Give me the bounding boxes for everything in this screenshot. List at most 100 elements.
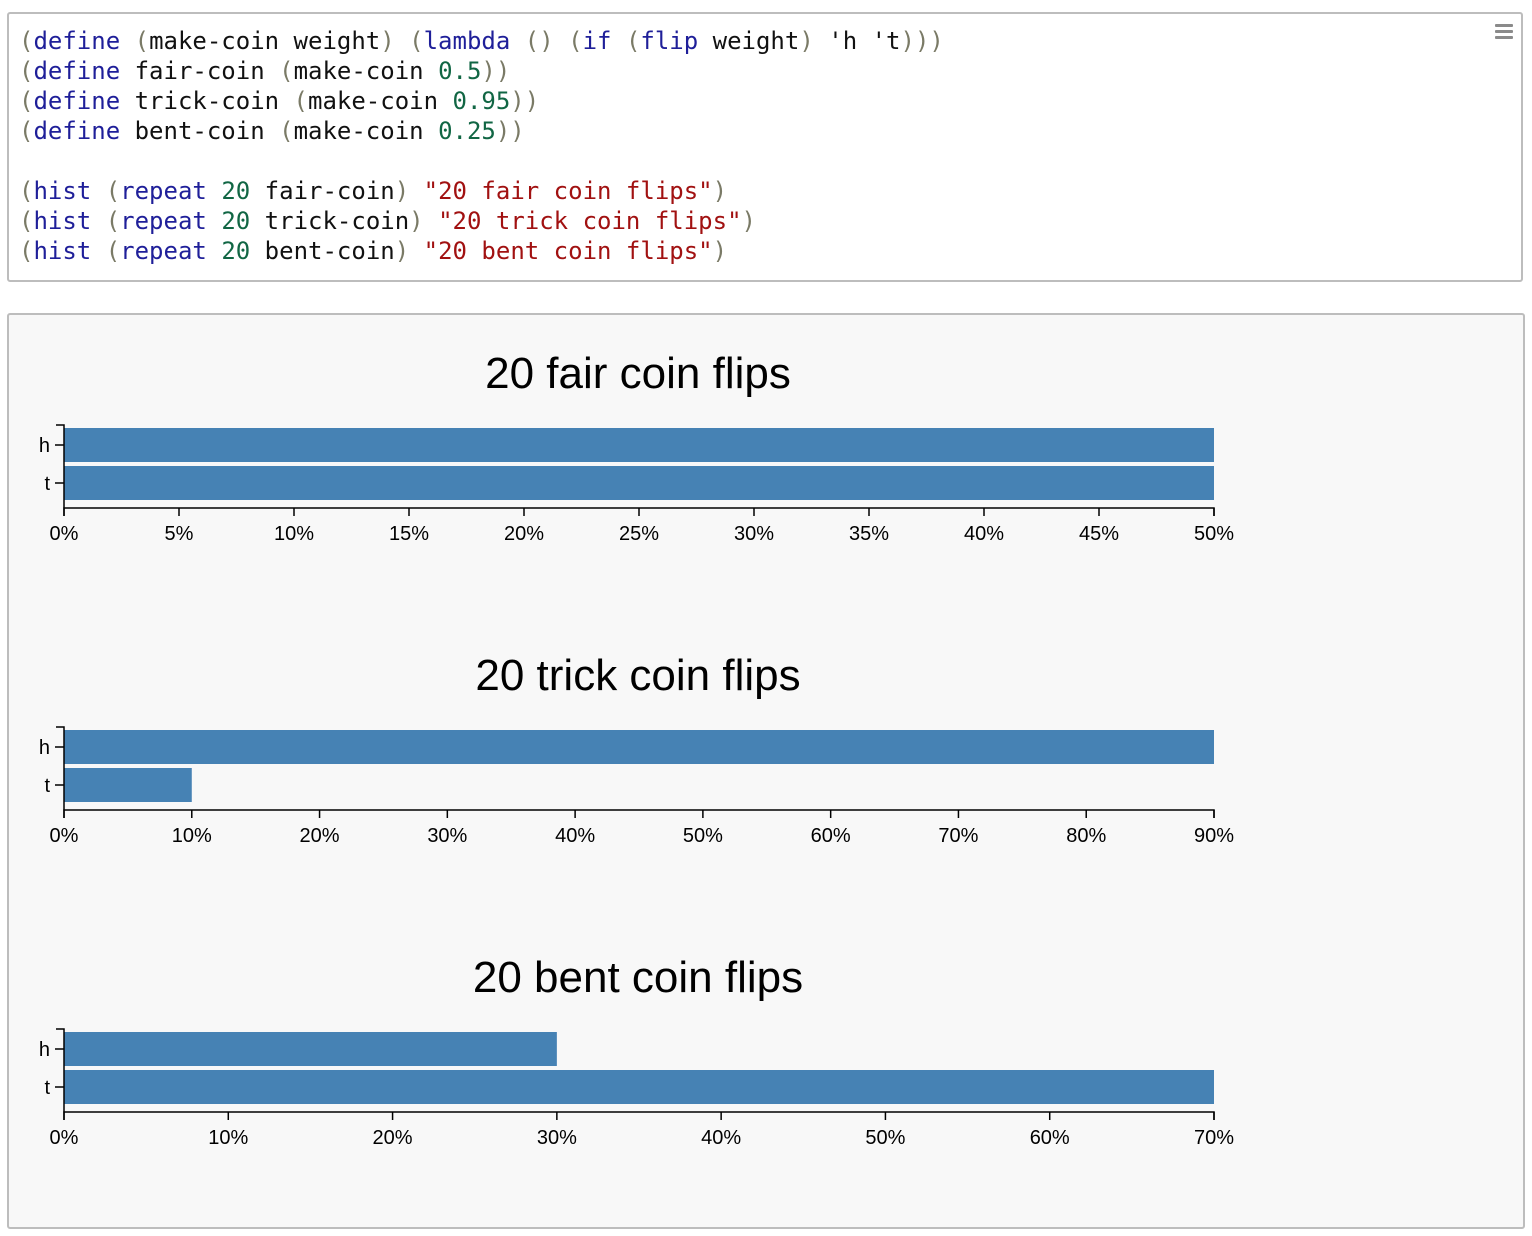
code-token: (	[19, 237, 34, 265]
code-line: (define bent-coin (make-coin 0.25))	[19, 116, 944, 146]
code-line: (hist (repeat 20 bent-coin) "20 bent coi…	[19, 236, 944, 266]
code-token: (	[19, 177, 34, 205]
x-tick-label: 30%	[427, 825, 467, 847]
code-token: 20	[221, 207, 251, 235]
output-panel: 20 fair coin flips h t 0% 5% 10% 15% 20% 25% 30% 3…	[7, 313, 1525, 1229]
x-tick-label: 40%	[701, 1127, 741, 1149]
code-token: if	[582, 27, 612, 55]
code-token: (	[134, 27, 150, 55]
code-token: repeat	[120, 207, 207, 235]
code-token: (	[568, 27, 583, 55]
code-token: (	[19, 27, 34, 55]
code-token: hist	[33, 177, 92, 205]
code-token: make-coin	[308, 87, 453, 115]
chart-title: 20 fair coin flips	[485, 349, 791, 398]
x-tick-label: 20%	[373, 1127, 413, 1149]
code-token: fair-coin	[120, 57, 280, 85]
code-token: bent-coin	[250, 237, 395, 265]
bar	[64, 1032, 557, 1066]
bar	[64, 428, 1214, 462]
chart-title: 20 bent coin flips	[473, 953, 803, 1002]
y-axis	[56, 424, 65, 508]
code-token: )	[380, 27, 395, 55]
code-area[interactable]: (define (make-coin weight) (lambda () (i…	[19, 26, 944, 266]
code-token: )	[799, 27, 814, 55]
x-tick-label: 20%	[300, 825, 340, 847]
hamburger-menu-icon[interactable]	[1495, 24, 1515, 40]
y-axis	[56, 726, 65, 810]
histogram-charts: 20 fair coin flipsht0% 5% 10% 15% 20% 25% 30% 3…	[39, 349, 1234, 1149]
histogram-chart: 20 trick coin flips ht 0% 10% 20% 30% 40% 50% 60…	[39, 651, 1234, 847]
x-tick-label: 45%	[1079, 523, 1119, 545]
code-token: hist	[33, 237, 92, 265]
code-token: )	[712, 237, 728, 265]
code-token: (	[279, 117, 294, 145]
x-tick-label: 25%	[619, 523, 659, 545]
code-token: trick-coin	[120, 87, 294, 115]
code-token: (	[19, 117, 34, 145]
code-token: 0.25	[438, 117, 496, 145]
chart-title: 20 trick coin flips	[475, 651, 800, 700]
code-line: (define (make-coin weight) (lambda () (i…	[19, 26, 944, 56]
code-token: (	[625, 27, 641, 55]
code-token: )	[409, 207, 424, 235]
code-line: (hist (repeat 20 trick-coin) "20 trick c…	[19, 206, 944, 236]
code-token: "20 trick coin flips"	[438, 207, 742, 235]
x-tick-label: 35%	[849, 523, 889, 545]
code-token: fair-coin	[250, 177, 395, 205]
code-token: )))	[900, 27, 944, 55]
x-tick-label: 0%	[50, 523, 79, 545]
code-token: trick-coin	[250, 207, 410, 235]
y-tick-label: t	[44, 775, 50, 797]
code-token: make-coin	[293, 117, 439, 145]
code-token: 20	[221, 177, 251, 205]
code-token: (	[105, 177, 121, 205]
bar	[64, 768, 192, 802]
code-token: ))	[510, 87, 540, 115]
x-tick-label: 50%	[683, 825, 723, 847]
code-line: (define trick-coin (make-coin 0.95))	[19, 86, 944, 116]
code-token: (	[279, 57, 294, 85]
code-token: define	[33, 27, 121, 55]
x-tick-label: 30%	[537, 1127, 577, 1149]
x-tick-label: 90%	[1194, 825, 1234, 847]
code-token: 'h 't	[813, 27, 901, 55]
code-token: define	[33, 57, 121, 85]
x-tick-label: 60%	[1030, 1127, 1070, 1149]
code-token: )	[394, 177, 410, 205]
x-tick-label: 10%	[274, 523, 314, 545]
x-tick-label: 50%	[1194, 523, 1234, 545]
code-token: repeat	[120, 177, 207, 205]
y-tick-label: h	[39, 1039, 50, 1061]
code-token: )	[741, 207, 756, 235]
code-token: 0.5	[438, 57, 482, 85]
code-token: )	[712, 177, 728, 205]
y-tick-label: h	[39, 737, 50, 759]
code-token: (	[293, 87, 308, 115]
y-axis	[56, 1028, 65, 1112]
x-tick-label: 10%	[208, 1127, 248, 1149]
code-line: (define fair-coin (make-coin 0.5))	[19, 56, 944, 86]
x-tick-label: 15%	[389, 523, 429, 545]
histogram-chart: 20 fair coin flips ht 0% 5% 10% 15% 20% 25% 30% 3…	[39, 349, 1234, 545]
x-tick-label: 0%	[50, 1127, 79, 1149]
code-token: 20	[221, 237, 251, 265]
y-tick-label: t	[44, 473, 50, 495]
code-token: ()	[524, 27, 554, 55]
code-token: (	[19, 87, 34, 115]
code-token: (	[19, 57, 34, 85]
code-editor[interactable]: (define (make-coin weight) (lambda () (i…	[7, 12, 1523, 282]
code-token: repeat	[120, 237, 207, 265]
x-tick-label: 0%	[50, 825, 79, 847]
code-token: define	[33, 87, 121, 115]
code-token: "20 bent coin flips"	[423, 237, 713, 265]
